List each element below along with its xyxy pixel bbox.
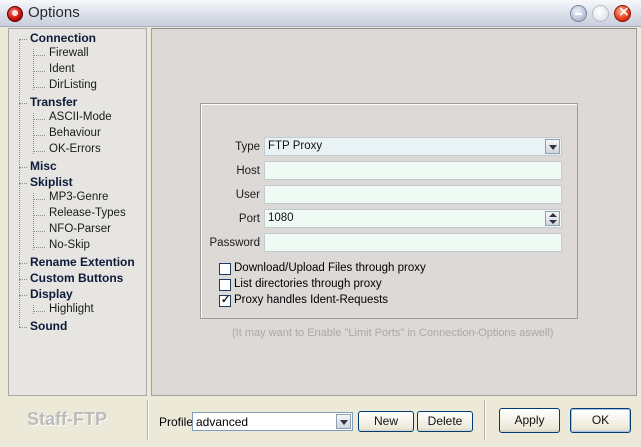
maximize-icon — [592, 5, 609, 22]
checkbox-label: List directories through proxy — [234, 278, 382, 290]
tree-connector — [33, 151, 45, 152]
checkbox[interactable] — [219, 263, 231, 275]
port-spinner[interactable] — [545, 211, 560, 226]
type-label: Type — [235, 141, 260, 153]
title-bar: Options — [0, 0, 641, 27]
tree-connector — [33, 87, 45, 88]
tree-item-misc[interactable]: Misc — [30, 159, 57, 173]
limit-ports-note: (It may want to Enable "Limit Ports" in … — [232, 327, 554, 339]
tree-item-highlight[interactable]: Highlight — [49, 303, 94, 315]
profile-select[interactable]: advanced — [192, 412, 353, 431]
port-value: 1080 — [268, 212, 294, 224]
tree-connector — [19, 167, 27, 168]
checkbox[interactable] — [219, 279, 231, 291]
tree-connector — [33, 55, 45, 56]
tree-item-no-skip[interactable]: No-Skip — [49, 239, 90, 251]
type-select[interactable]: FTP Proxy — [264, 137, 562, 156]
tree-connector — [19, 39, 27, 40]
tree-connector — [33, 135, 45, 136]
tree-item-display[interactable]: Display — [30, 287, 73, 301]
app-icon — [7, 6, 23, 22]
new-profile-button[interactable]: New — [358, 411, 414, 432]
tree-connector — [33, 311, 45, 312]
tree-connector — [33, 119, 45, 120]
password-label: Password — [209, 237, 261, 249]
user-field[interactable] — [264, 185, 562, 204]
chevron-up-icon[interactable] — [549, 213, 557, 217]
window-title: Options — [28, 4, 80, 21]
type-value: FTP Proxy — [268, 140, 323, 152]
tree-connector — [19, 183, 27, 184]
profile-label: Profile — [159, 415, 194, 429]
chevron-down-icon[interactable] — [549, 220, 557, 224]
tree-connector — [19, 295, 27, 296]
minimize-icon[interactable] — [570, 5, 587, 22]
tree-item-ok-errors[interactable]: OK-Errors — [49, 143, 101, 155]
tree-connector — [33, 199, 45, 200]
tree-connector — [33, 215, 45, 216]
tree-connector — [33, 305, 34, 314]
options-tree[interactable]: Connection Firewall Ident DirListing Transfe… — [8, 28, 147, 396]
user-label: User — [235, 189, 260, 201]
host-label: Host — [236, 165, 260, 177]
tree-connector — [19, 279, 27, 280]
port-label: Port — [238, 213, 260, 225]
tree-connector — [19, 327, 27, 328]
tree-item-dirlisting[interactable]: DirListing — [49, 79, 97, 91]
divider — [484, 400, 485, 440]
tree-item-nfo-parser[interactable]: NFO-Parser — [49, 223, 111, 235]
tree-connector — [33, 231, 45, 232]
brand-logo-text: Staff-FTP — [27, 409, 107, 429]
tree-connector — [19, 263, 27, 264]
tree-item-firewall[interactable]: Firewall — [49, 47, 89, 59]
chevron-down-icon[interactable] — [545, 139, 560, 154]
tree-item-transfer[interactable]: Transfer — [30, 95, 77, 109]
tree-connector — [33, 247, 45, 248]
tree-item-behaviour[interactable]: Behaviour — [49, 127, 101, 139]
delete-profile-button[interactable]: Delete — [417, 411, 473, 432]
tree-item-sound[interactable]: Sound — [30, 319, 67, 333]
checkbox[interactable] — [219, 293, 231, 307]
tree-item-release-types[interactable]: Release-Types — [49, 207, 126, 219]
close-icon[interactable] — [614, 4, 631, 22]
apply-button[interactable]: Apply — [499, 408, 560, 433]
password-field[interactable] — [264, 233, 562, 252]
checkbox-label: Proxy handles Ident-Requests — [234, 294, 389, 306]
checkbox-label: Download/Upload Files through proxy — [234, 262, 426, 274]
host-field[interactable] — [264, 161, 562, 180]
tree-item-mp3-genre[interactable]: MP3-Genre — [49, 191, 108, 203]
port-field[interactable]: 1080 — [264, 209, 562, 228]
tree-item-ident[interactable]: Ident — [49, 63, 75, 75]
divider — [147, 400, 148, 440]
profile-value: advanced — [196, 415, 249, 429]
tree-item-rename-extention[interactable]: Rename Extention — [30, 255, 135, 269]
tree-connector — [33, 71, 45, 72]
tree-connector — [33, 193, 34, 250]
tree-item-ascii-mode[interactable]: ASCII-Mode — [49, 111, 112, 123]
tree-item-skiplist[interactable]: Skiplist — [30, 175, 73, 189]
tree-connector — [19, 103, 27, 104]
tree-item-connection[interactable]: Connection — [30, 31, 96, 45]
tree-item-custom-buttons[interactable]: Custom Buttons — [30, 271, 123, 285]
chevron-down-icon[interactable] — [336, 414, 351, 429]
ok-button[interactable]: OK — [570, 408, 631, 433]
